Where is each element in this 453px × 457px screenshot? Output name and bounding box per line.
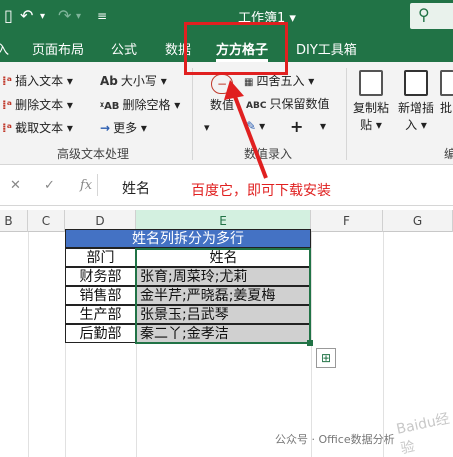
annotation-text: 百度它，即可下载安装	[191, 183, 331, 199]
annotation-arrow-icon	[224, 80, 268, 179]
account-watermark: 公众号 · Office数据分析	[275, 433, 395, 446]
excel-window: ▯ ↶ ▾ ↷ ▾ ≡ 工作簿1 ▾ ⚲ 入 页面布局 公式 数据 方方格子 D…	[0, 0, 453, 457]
